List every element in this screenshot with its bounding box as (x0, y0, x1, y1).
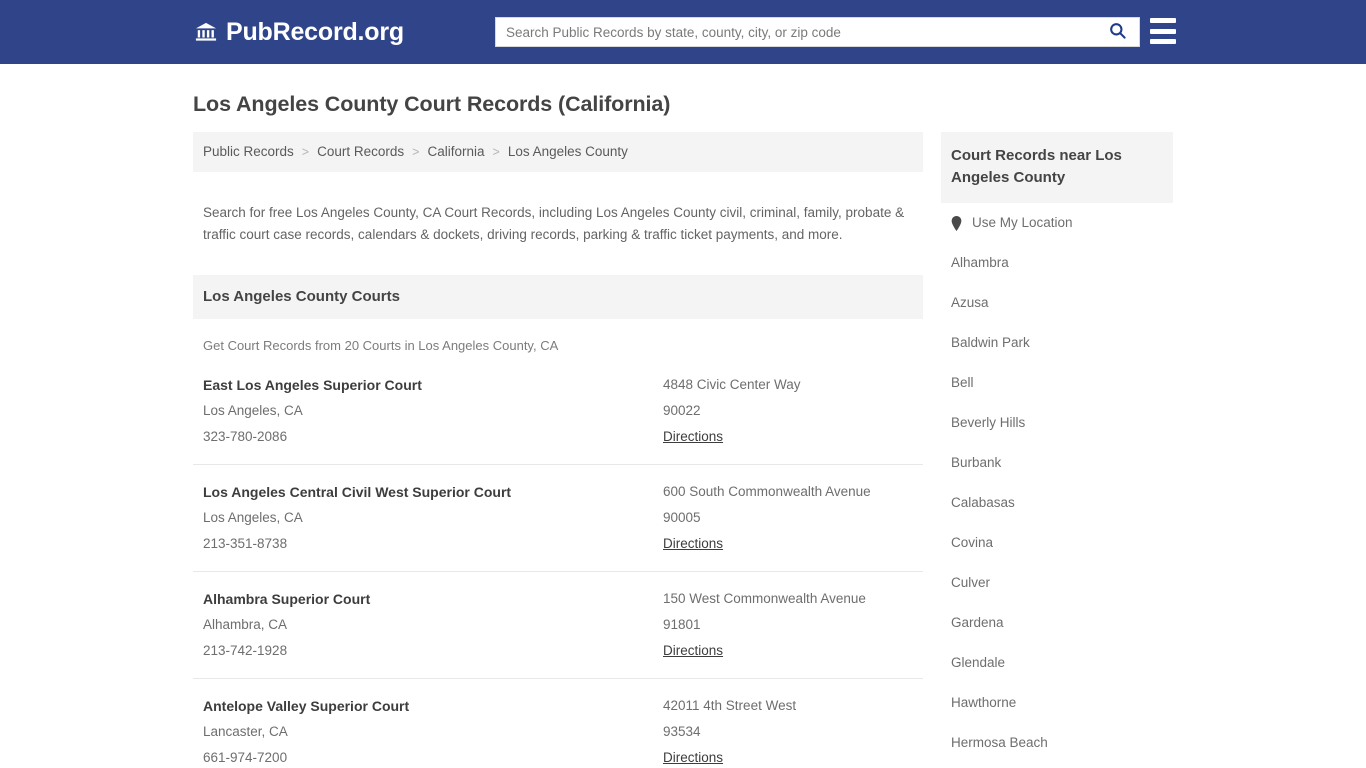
court-address: 42011 4th Street West 93534 Directions (663, 693, 913, 768)
page-body: Los Angeles County Court Records (Califo… (0, 64, 1366, 768)
directions-link[interactable]: Directions (663, 424, 723, 450)
court-info: Antelope Valley Superior Court Lancaster… (203, 693, 663, 768)
sidebar-city-link[interactable]: Burbank (951, 454, 1001, 472)
sidebar-item-beverly-hills[interactable]: Beverly Hills (941, 403, 1173, 443)
sidebar-city-link[interactable]: Bell (951, 374, 974, 392)
sidebar-item-hawthorne[interactable]: Hawthorne (941, 683, 1173, 723)
content-columns: Public Records > Court Records > Califor… (193, 132, 1173, 768)
sidebar-item-alhambra[interactable]: Alhambra (941, 243, 1173, 283)
table-row: Alhambra Superior Court Alhambra, CA 213… (193, 571, 923, 678)
court-zip: 93534 (663, 724, 701, 739)
sidebar-city-list: Use My Location Alhambra Azusa Baldwin P… (941, 203, 1173, 768)
page-title: Los Angeles County Court Records (Califo… (193, 92, 671, 116)
sidebar-city-link[interactable]: Glendale (951, 654, 1005, 672)
sidebar-city-link[interactable]: Covina (951, 534, 993, 552)
court-phone: 661-974-7200 (203, 750, 288, 765)
breadcrumb-separator: > (301, 145, 310, 159)
sidebar-city-link[interactable]: Culver (951, 574, 990, 592)
breadcrumb-item-california[interactable]: California (427, 142, 484, 162)
court-city: Lancaster, CA (203, 724, 288, 739)
intro-description: Search for free Los Angeles County, CA C… (203, 204, 905, 242)
sidebar-city-link[interactable]: Hermosa Beach (951, 734, 1048, 752)
sidebar-item-hermosa-beach[interactable]: Hermosa Beach (941, 723, 1173, 763)
court-street: 150 West Commonwealth Avenue (663, 591, 866, 606)
bank-icon (195, 21, 217, 43)
sidebar-city-link[interactable]: Alhambra (951, 254, 1009, 272)
court-phone: 323-780-2086 (203, 429, 288, 444)
court-address: 600 South Commonwealth Avenue 90005 Dire… (663, 479, 913, 557)
content-container: Los Angeles County Court Records (Califo… (193, 64, 1173, 768)
sidebar-item-huntington-park[interactable]: Huntington Park (941, 763, 1173, 768)
court-phone: 213-742-1928 (203, 643, 288, 658)
breadcrumb-item-public-records[interactable]: Public Records (203, 142, 294, 162)
site-header: PubRecord.org (0, 0, 1366, 64)
court-phone: 213-351-8738 (203, 536, 288, 551)
sidebar-item-gardena[interactable]: Gardena (941, 603, 1173, 643)
table-row: Antelope Valley Superior Court Lancaster… (193, 678, 923, 768)
court-address: 4848 Civic Center Way 90022 Directions (663, 372, 913, 450)
breadcrumb-item-court-records[interactable]: Court Records (317, 142, 404, 162)
main-column: Public Records > Court Records > Califor… (193, 132, 923, 768)
map-pin-icon (951, 215, 962, 231)
site-logo-text: PubRecord.org (226, 18, 404, 46)
breadcrumb-separator: > (492, 145, 500, 159)
directions-link[interactable]: Directions (663, 638, 723, 664)
directions-link[interactable]: Directions (663, 531, 723, 557)
court-city: Los Angeles, CA (203, 403, 303, 418)
court-name-link[interactable]: Alhambra Superior Court (203, 586, 663, 612)
site-logo-link[interactable]: PubRecord.org (195, 18, 404, 46)
court-street: 600 South Commonwealth Avenue (663, 484, 871, 499)
courts-section-subheading: Get Court Records from 20 Courts in Los … (203, 338, 559, 353)
use-my-location-label: Use My Location (972, 215, 1073, 230)
court-zip: 91801 (663, 617, 701, 632)
court-city: Los Angeles, CA (203, 510, 303, 525)
directions-link[interactable]: Directions (663, 745, 723, 768)
search-bar (495, 17, 1140, 47)
court-zip: 90005 (663, 510, 701, 525)
sidebar: Court Records near Los Angeles County Us… (941, 132, 1173, 768)
sidebar-item-bell[interactable]: Bell (941, 363, 1173, 403)
breadcrumb: Public Records > Court Records > Califor… (193, 132, 923, 172)
sidebar-item-culver[interactable]: Culver (941, 563, 1173, 603)
court-info: East Los Angeles Superior Court Los Ange… (203, 372, 663, 450)
sidebar-item-baldwin-park[interactable]: Baldwin Park (941, 323, 1173, 363)
sidebar-item-use-my-location[interactable]: Use My Location (941, 203, 1173, 243)
sidebar-city-link[interactable]: Calabasas (951, 494, 1015, 512)
search-icon (1108, 21, 1127, 43)
court-zip: 90022 (663, 403, 701, 418)
court-info: Alhambra Superior Court Alhambra, CA 213… (203, 586, 663, 664)
sidebar-heading: Court Records near Los Angeles County (941, 132, 1173, 203)
menu-bar-1 (1150, 18, 1176, 23)
court-name-link[interactable]: Antelope Valley Superior Court (203, 693, 663, 719)
menu-bar-2 (1150, 28, 1176, 34)
court-city: Alhambra, CA (203, 617, 288, 632)
court-name-link[interactable]: Los Angeles Central Civil West Superior … (203, 479, 663, 505)
table-row: East Los Angeles Superior Court Los Ange… (193, 372, 923, 464)
search-input[interactable] (496, 18, 1095, 46)
sidebar-city-link[interactable]: Azusa (951, 294, 989, 312)
sidebar-city-link[interactable]: Hawthorne (951, 694, 1016, 712)
court-info: Los Angeles Central Civil West Superior … (203, 479, 663, 557)
sidebar-item-glendale[interactable]: Glendale (941, 643, 1173, 683)
breadcrumb-separator: > (412, 145, 420, 159)
sidebar-item-calabasas[interactable]: Calabasas (941, 483, 1173, 523)
table-row: Los Angeles Central Civil West Superior … (193, 464, 923, 571)
courts-section-heading: Los Angeles County Courts (193, 275, 923, 319)
sidebar-item-azusa[interactable]: Azusa (941, 283, 1173, 323)
sidebar-city-link[interactable]: Beverly Hills (951, 414, 1025, 432)
court-name-link[interactable]: East Los Angeles Superior Court (203, 372, 663, 398)
search-button[interactable] (1095, 18, 1139, 46)
hamburger-menu-icon[interactable] (1150, 18, 1176, 44)
court-address: 150 West Commonwealth Avenue 91801 Direc… (663, 586, 913, 664)
court-street: 4848 Civic Center Way (663, 377, 801, 392)
breadcrumb-item-los-angeles-county[interactable]: Los Angeles County (508, 142, 628, 162)
sidebar-city-link[interactable]: Baldwin Park (951, 334, 1030, 352)
menu-bar-3 (1150, 39, 1176, 44)
sidebar-city-link[interactable]: Gardena (951, 614, 1004, 632)
court-street: 42011 4th Street West (663, 698, 797, 713)
sidebar-item-burbank[interactable]: Burbank (941, 443, 1173, 483)
sidebar-item-covina[interactable]: Covina (941, 523, 1173, 563)
